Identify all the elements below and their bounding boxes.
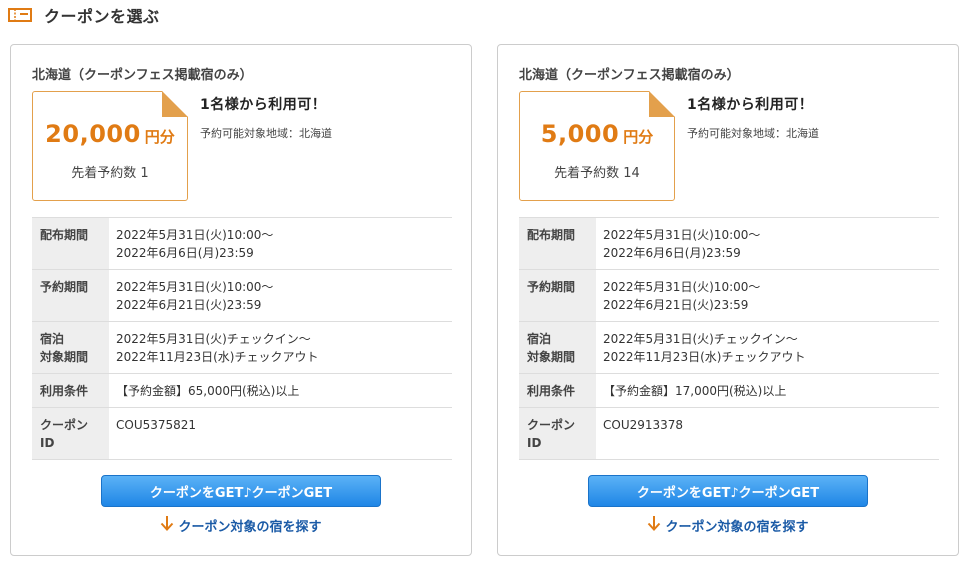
coupon-amount: 20,000 円分 [33,120,187,148]
row-value-text: COU2913378 [603,418,684,432]
search-inns-link-text[interactable]: クーポン対象の宿を探す [178,516,321,535]
row-label: クーポン ID [519,408,596,459]
row-label-text: 配布期間 [527,228,576,242]
row-value: 2022年5月31日(火)10:00～ 2022年6月21日(火)23:59 [596,270,939,321]
row-value-text: 2022年6月6日(月)23:59 [116,246,254,260]
row-label-text: ID [40,436,55,450]
table-row: 利用条件 【予約金額】65,000円(税込)以上 [32,374,452,408]
coupon-details-table: 配布期間 2022年5月31日(火)10:00～ 2022年6月6日(月)23:5… [32,217,452,460]
row-value-text: COU5375821 [116,418,197,432]
row-value-text: 【予約金額】65,000円(税込)以上 [116,384,300,398]
row-label-text: 利用条件 [40,384,89,398]
arrow-down-icon [160,515,174,535]
get-coupon-button[interactable]: クーポンをGET♪クーポンGET [588,475,868,507]
search-inns-link[interactable]: クーポン対象の宿を探す [498,515,958,535]
table-row: クーポン ID COU5375821 [32,408,452,460]
table-row: 予約期間 2022年5月31日(火)10:00～ 2022年6月21日(火)23:… [519,270,939,322]
coupon-remaining-count: 先着予約数 1 [71,166,149,181]
row-label: 宿泊 対象期間 [32,322,109,373]
coupon-card: 北海道（クーポンフェス掲載宿のみ） 5,000 円分 先着予約数 14 1名様から… [497,44,959,556]
coupon-amount-unit: 円分 [623,128,654,146]
row-value: 2022年5月31日(火)10:00～ 2022年6月21日(火)23:59 [109,270,452,321]
row-value-text: 2022年5月31日(火)10:00～ [116,280,274,294]
row-value-text: 2022年6月6日(月)23:59 [603,246,741,260]
row-value-text: 2022年5月31日(火)10:00～ [603,280,761,294]
row-label-text: 予約期間 [40,280,89,294]
table-row: 予約期間 2022年5月31日(火)10:00～ 2022年6月21日(火)23:… [32,270,452,322]
row-label: 配布期間 [519,218,596,269]
row-value: 2022年5月31日(火)10:00～ 2022年6月6日(月)23:59 [596,218,939,269]
coupon-ticket: 20,000 円分 先着予約数 1 [32,91,188,201]
coupon-card: 北海道（クーポンフェス掲載宿のみ） 20,000 円分 先着予約数 1 1名様から… [10,44,472,556]
page-title: クーポンを選ぶ [44,7,160,26]
row-value-text: 2022年6月21日(火)23:59 [603,298,749,312]
row-label: 宿泊 対象期間 [519,322,596,373]
search-inns-link-text[interactable]: クーポン対象の宿を探す [665,516,808,535]
coupon-region: 北海道（クーポンフェス掲載宿のみ） [32,68,253,83]
corner-fold-icon [649,91,675,117]
row-label-text: 対象期間 [40,350,89,364]
row-label: 利用条件 [32,374,109,407]
row-value-text: 2022年11月23日(水)チェックアウト [116,350,319,364]
table-row: 宿泊対象期間 2022年5月31日(火)チェックイン～ 2022年11月23日(水… [519,322,939,374]
row-label: 配布期間 [32,218,109,269]
row-value-text: 2022年6月21日(火)23:59 [116,298,262,312]
row-label-text: 宿泊 [527,332,552,346]
row-label-text: クーポン [527,418,576,432]
row-label: 利用条件 [519,374,596,407]
table-row: 配布期間 2022年5月31日(火)10:00～ 2022年6月6日(月)23:5… [519,218,939,270]
row-value: 【予約金額】65,000円(税込)以上 [109,374,452,407]
corner-fold-icon [162,91,188,117]
row-value: 2022年5月31日(火)チェックイン～ 2022年11月23日(水)チェックアウ… [109,322,452,373]
row-value: COU2913378 [596,408,939,459]
row-label: 予約期間 [519,270,596,321]
row-label-text: 宿泊 [40,332,65,346]
ticket-icon [8,7,34,23]
row-value-text: 2022年5月31日(火)10:00～ [603,228,761,242]
row-value-text: 【予約金額】17,000円(税込)以上 [603,384,787,398]
row-label-text: 利用条件 [527,384,576,398]
arrow-down-icon [647,515,661,535]
row-value: 2022年5月31日(火)10:00～ 2022年6月6日(月)23:59 [109,218,452,269]
row-label-text: ID [527,436,542,450]
row-label: クーポン ID [32,408,109,459]
row-value: 【予約金額】17,000円(税込)以上 [596,374,939,407]
row-value-text: 2022年5月31日(火)10:00～ [116,228,274,242]
table-row: クーポン ID COU2913378 [519,408,939,460]
row-value-text: 2022年5月31日(火)チェックイン～ [116,332,311,346]
row-label-text: 対象期間 [527,350,576,364]
table-row: 配布期間 2022年5月31日(火)10:00～ 2022年6月6日(月)23:5… [32,218,452,270]
get-coupon-button[interactable]: クーポンをGET♪クーポンGET [101,475,381,507]
coupon-remaining-count: 先着予約数 14 [554,166,640,181]
coupon-area-note: 予約可能対象地域：北海道 [687,127,819,140]
table-row: 宿泊対象期間 2022年5月31日(火)チェックイン～ 2022年11月23日(水… [32,322,452,374]
coupon-region: 北海道（クーポンフェス掲載宿のみ） [519,68,740,83]
row-value: 2022年5月31日(火)チェックイン～ 2022年11月23日(水)チェックアウ… [596,322,939,373]
page-header: クーポンを選ぶ [8,4,160,26]
coupon-headline: 1名様から利用可！ [687,97,814,113]
coupon-amount-unit: 円分 [144,128,175,146]
coupon-amount-value: 5,000 [540,120,620,148]
row-value: COU5375821 [109,408,452,459]
row-label-text: 配布期間 [40,228,89,242]
coupon-details-table: 配布期間 2022年5月31日(火)10:00～ 2022年6月6日(月)23:5… [519,217,939,460]
row-value-text: 2022年11月23日(水)チェックアウト [603,350,806,364]
row-label-text: クーポン [40,418,89,432]
coupon-amount: 5,000 円分 [520,120,674,148]
coupon-amount-value: 20,000 [45,120,141,148]
search-inns-link[interactable]: クーポン対象の宿を探す [11,515,471,535]
row-label-text: 予約期間 [527,280,576,294]
coupon-ticket: 5,000 円分 先着予約数 14 [519,91,675,201]
coupon-headline: 1名様から利用可！ [200,97,327,113]
row-label: 予約期間 [32,270,109,321]
table-row: 利用条件 【予約金額】17,000円(税込)以上 [519,374,939,408]
coupon-area-note: 予約可能対象地域：北海道 [200,127,332,140]
row-value-text: 2022年5月31日(火)チェックイン～ [603,332,798,346]
